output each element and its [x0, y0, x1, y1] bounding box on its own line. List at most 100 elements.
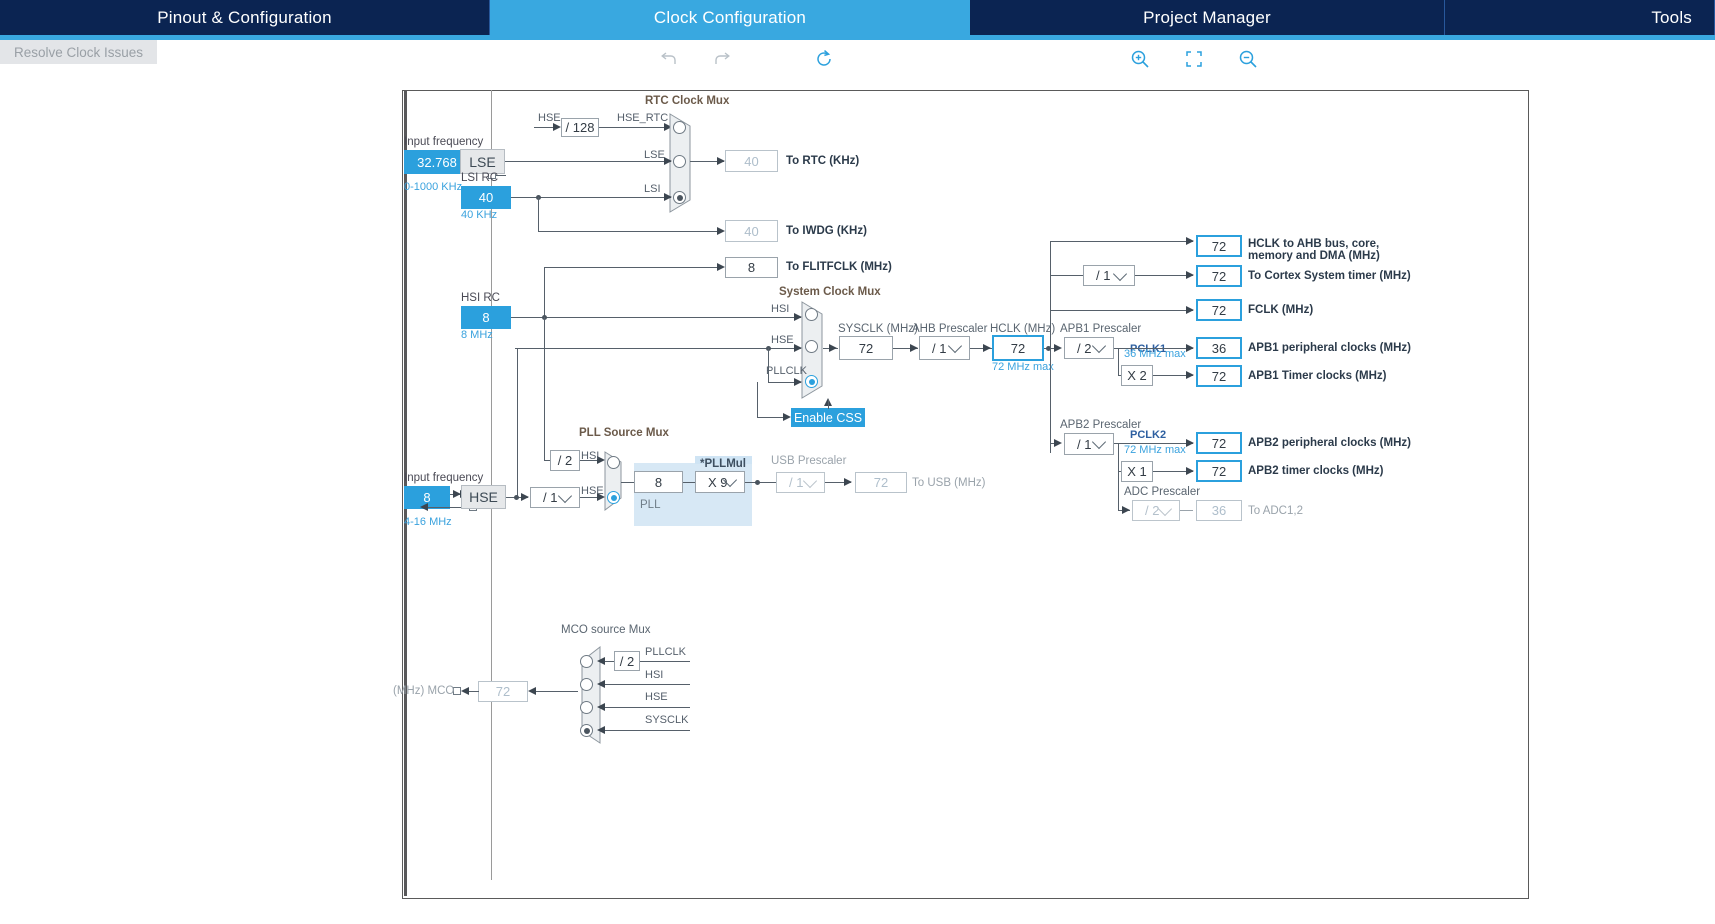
sysmux-option-hsi[interactable]: [805, 308, 818, 321]
ahb-prescaler-select[interactable]: / 1: [919, 336, 970, 360]
apb1-peripheral-clocks-field[interactable]: 36: [1196, 337, 1242, 359]
lsi-rc-unit-label: 40 KHz: [461, 209, 497, 221]
pll-hse-divider-select[interactable]: / 1: [530, 487, 580, 508]
sysmux-pllclk-label: PLLCLK: [766, 365, 807, 377]
mco-hse-label: HSE: [645, 691, 668, 703]
apb1-peripheral-clocks-label: APB1 peripheral clocks (MHz): [1248, 342, 1411, 354]
system-clock-mux-title: System Clock Mux: [779, 286, 881, 298]
apb2-peripheral-clocks-label: APB2 peripheral clocks (MHz): [1248, 437, 1411, 449]
chevron-down-icon: [1092, 435, 1106, 449]
mco-source-mux-title: MCO source Mux: [561, 624, 650, 636]
sysclk-value-field[interactable]: 72: [839, 336, 893, 360]
chevron-down-icon: [1158, 501, 1172, 515]
hclk-ahb-label-line1: HCLK to AHB bus, core,: [1248, 238, 1379, 250]
mco-output-value-field[interactable]: 72: [478, 681, 528, 702]
apb1-timer-clocks-label: APB1 Timer clocks (MHz): [1248, 370, 1386, 382]
pll-mux-hse-label: HSE: [581, 485, 604, 497]
undo-icon[interactable]: [655, 44, 683, 74]
chevron-down-icon: [1092, 339, 1106, 353]
mco-mux-option-pllclk[interactable]: [580, 655, 593, 668]
apb2-prescaler-title: APB2 Prescaler: [1060, 419, 1141, 431]
to-iwdg-label: To IWDG (KHz): [786, 225, 867, 237]
resolve-clock-issues-button[interactable]: Resolve Clock Issues: [0, 40, 157, 64]
mco-mux-option-sysclk[interactable]: [580, 724, 593, 737]
usb-prescaler-select[interactable]: / 1: [776, 472, 825, 493]
mco-sysclk-label: SYSCLK: [645, 714, 688, 726]
hse-rtc-signal-label: HSE_RTC: [617, 112, 668, 124]
apb1-timer-clocks-field[interactable]: 72: [1196, 365, 1242, 387]
apb2-timer-clocks-label: APB2 timer clocks (MHz): [1248, 465, 1383, 477]
sysmux-option-pllclk[interactable]: [805, 375, 818, 388]
to-flitfclk-label: To FLITFCLK (MHz): [786, 261, 892, 273]
fclk-value-field[interactable]: 72: [1196, 299, 1242, 321]
to-rtc-value-field[interactable]: 40: [725, 150, 778, 172]
cortex-system-timer-value-field[interactable]: 72: [1196, 265, 1242, 287]
hse-oscillator-box[interactable]: HSE: [461, 485, 506, 509]
redo-icon[interactable]: [708, 44, 736, 74]
apb2-max-label: 72 MHz max: [1124, 444, 1186, 456]
apb2-timer-multiplier-box: X 1: [1121, 461, 1153, 482]
pll-hse-divider-value: / 1: [543, 490, 557, 505]
adc-output-value-field[interactable]: 36: [1196, 500, 1242, 521]
pllmul-select[interactable]: X 9: [695, 471, 745, 493]
mco-divider-box: / 2: [614, 651, 640, 671]
enable-css-button[interactable]: Enable CSS: [791, 408, 865, 427]
pll-source-mux-title: PLL Source Mux: [579, 427, 669, 439]
apb1-max-label: 36 MHz max: [1124, 348, 1186, 360]
tab-label: Clock Configuration: [654, 8, 806, 28]
pll-hsi-divider-box: / 2: [550, 450, 580, 471]
apb2-prescaler-value: / 1: [1077, 437, 1091, 452]
apb2-peripheral-clocks-field[interactable]: 72: [1196, 432, 1242, 454]
tab-label: Tools: [1651, 8, 1692, 28]
to-usb-value-field[interactable]: 72: [855, 472, 907, 493]
zoom-in-icon[interactable]: [1126, 44, 1154, 74]
tab-project-manager[interactable]: Project Manager: [970, 0, 1445, 35]
adc-output-label: To ADC1,2: [1248, 505, 1303, 517]
to-flitfclk-value-field[interactable]: 8: [725, 257, 778, 278]
fit-to-screen-icon[interactable]: [1180, 44, 1208, 74]
to-rtc-label: To RTC (KHz): [786, 155, 859, 167]
lse-oscillator-box[interactable]: LSE: [460, 149, 505, 174]
zoom-out-icon[interactable]: [1234, 44, 1262, 74]
pll-mux-option-hse[interactable]: [607, 491, 620, 504]
rtc-mux-option-lse[interactable]: [673, 155, 686, 168]
resolve-clock-issues-label: Resolve Clock Issues: [14, 45, 143, 60]
adc-prescaler-select[interactable]: / 2: [1132, 500, 1180, 521]
pll-mux-option-hsi[interactable]: [607, 456, 620, 469]
pll-group-label: PLL: [640, 499, 660, 511]
lse-range-label: 0-1000 KHz: [404, 181, 462, 193]
apb2-timer-clocks-field[interactable]: 72: [1196, 460, 1242, 482]
reset-icon[interactable]: [810, 44, 838, 74]
hclk-max-label: 72 MHz max: [992, 361, 1054, 373]
tab-tools[interactable]: Tools: [1445, 0, 1715, 35]
cortex-timer-divider-select[interactable]: / 1: [1083, 265, 1135, 286]
cortex-timer-divider-value: / 1: [1096, 268, 1110, 283]
lsi-rc-value-field[interactable]: 40: [461, 186, 511, 209]
hsi-rc-unit-label: 8 MHz: [461, 329, 493, 341]
sysmux-hsi-label: HSI: [771, 303, 789, 315]
mco-mux-option-hse[interactable]: [580, 701, 593, 714]
hclk-ahb-value-field[interactable]: 72: [1196, 235, 1242, 257]
hse-input-frequency-label: Input frequency: [404, 472, 483, 484]
hclk-value-field[interactable]: 72: [992, 335, 1044, 361]
mco-mux-option-hsi[interactable]: [580, 678, 593, 691]
usb-prescaler-title: USB Prescaler: [771, 455, 846, 467]
rtc-mux-option-hse-rtc[interactable]: [673, 121, 686, 134]
pll-input-value-field[interactable]: 8: [634, 471, 683, 493]
sysmux-option-hse[interactable]: [805, 340, 818, 353]
hsi-rc-value-field[interactable]: 8: [461, 306, 511, 329]
apb1-prescaler-select[interactable]: / 2: [1064, 337, 1114, 359]
pllmul-title: *PLLMul: [700, 458, 746, 470]
tab-pinout-configuration[interactable]: Pinout & Configuration: [0, 0, 490, 35]
apb1-prescaler-title: APB1 Prescaler: [1060, 323, 1141, 335]
to-iwdg-value-field[interactable]: 40: [725, 220, 778, 242]
rtc-mux-option-lsi[interactable]: [673, 191, 686, 204]
main-tab-bar: Pinout & Configuration Clock Configurati…: [0, 0, 1715, 35]
pll-mux-hsi-label: HSI: [581, 450, 599, 462]
adc-prescaler-value: / 2: [1145, 503, 1159, 518]
hsi-rc-title: HSI RC: [461, 292, 500, 304]
tab-label: Pinout & Configuration: [157, 8, 332, 28]
tab-clock-configuration[interactable]: Clock Configuration: [490, 0, 970, 35]
hse-rtc-divider-box[interactable]: / 128: [561, 118, 599, 137]
apb2-prescaler-select[interactable]: / 1: [1064, 433, 1114, 455]
